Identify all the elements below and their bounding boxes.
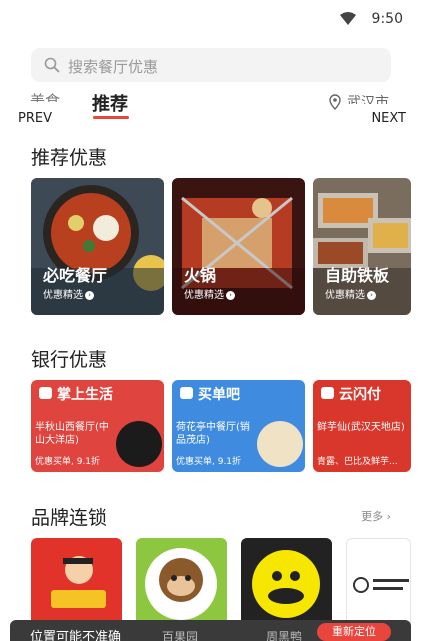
status-time: 9:50 [371,11,403,27]
bank-brand: 云闪付 [339,387,381,403]
brand-card-dami[interactable] [346,538,411,630]
promo-title: 自助铁板 [325,266,390,285]
bank-merchant: 半秋山西餐厅(中山大洋店) [35,422,109,446]
brand-card-baiguoyuan[interactable] [136,538,227,630]
location-toast: 百果园 周黑鸭 位置可能不准确 重新定位 [10,620,411,641]
carousel-prev-button[interactable]: PREV [18,111,52,126]
bank-offer: 优惠买单, 9.1折 [35,457,101,467]
promo-subtitle: 优惠精选 › [325,286,376,301]
bank-logo-icon [321,387,334,399]
bank-merchant: 荷花亭中餐厅(销品茂店) [176,422,250,446]
search-input[interactable]: 搜索餐厅优惠 [31,48,391,82]
promo-subtitle: 优惠精选 › [43,286,94,301]
bank-brand: 掌上生活 [57,387,113,403]
bank-logo-icon [39,387,52,399]
bank-card-header: 云闪付 [313,380,411,405]
wifi-icon [340,12,356,25]
brand-card-liangpin[interactable] [31,538,122,630]
arrow-right-icon: › [85,290,94,300]
brand-name-behind: 周黑鸭 [266,630,303,641]
location-pin-icon [329,94,341,110]
brand-name-behind: 百果园 [162,630,199,641]
promo-card-hotpot[interactable]: 火锅 优惠精选 › [172,178,305,315]
brand-card-zhouheiya[interactable] [241,538,332,630]
bank-card-zhangshang[interactable]: 掌上生活 半秋山西餐厅(中山大洋店) 优惠买单, 9.1折 [31,380,164,472]
toast-message: 位置可能不准确 [30,630,122,641]
dami-logo-icon [353,577,409,593]
section-title-recommend: 推荐优惠 [31,147,108,169]
more-brands-link[interactable]: 更多 › [361,508,391,524]
bank-offer: 青露、巴比及鲜芋... [317,457,398,467]
bank-card-header: 买单吧 [172,380,305,405]
status-bar: 9:50 [0,0,421,36]
bank-logo-icon [180,387,193,399]
tab-food[interactable]: 美食 [30,90,60,102]
baiguoyuan-logo-icon [145,548,217,620]
bank-card-yunshanfu[interactable]: 云闪付 鲜芋仙(武汉天地店) 青露、巴比及鲜芋... [313,380,411,472]
bank-brand: 买单吧 [198,387,240,403]
bank-merchant: 鲜芋仙(武汉天地店) [317,422,405,433]
promo-title: 必吃餐厅 [43,266,108,285]
arrow-right-icon: › [367,290,376,300]
section-title-brands: 品牌连锁 [31,507,108,529]
location-selector[interactable]: 武汉市 [347,92,389,104]
bank-offer: 优惠买单, 9.1折 [176,457,242,467]
section-title-bank: 银行优惠 [31,349,108,371]
tab-recommend[interactable]: 推荐 [92,90,128,116]
promo-subtitle: 优惠精选 › [184,286,235,301]
arrow-right-icon: › [226,290,235,300]
promo-card-buffet[interactable]: 自助铁板 优惠精选 › [313,178,411,315]
relocate-button[interactable]: 重新定位 [317,623,391,641]
bank-card-header: 掌上生活 [31,380,164,405]
bank-card-maidanba[interactable]: 买单吧 荷花亭中餐厅(销品茂店) 优惠买单, 9.1折 [172,380,305,472]
category-tabs: 美食 推荐 武汉市 [0,86,421,128]
liangpin-logo-icon [51,556,106,608]
zhouheiya-logo-icon [252,550,320,618]
search-placeholder: 搜索餐厅优惠 [68,58,159,76]
tab-active-indicator [93,116,129,119]
promo-card-must-eat[interactable]: 必吃餐厅 优惠精选 › [31,178,164,315]
search-icon [44,57,60,73]
merchant-logo [257,421,303,467]
promo-title: 火锅 [184,266,217,285]
merchant-logo [116,421,162,467]
carousel-next-button[interactable]: NEXT [371,111,406,126]
